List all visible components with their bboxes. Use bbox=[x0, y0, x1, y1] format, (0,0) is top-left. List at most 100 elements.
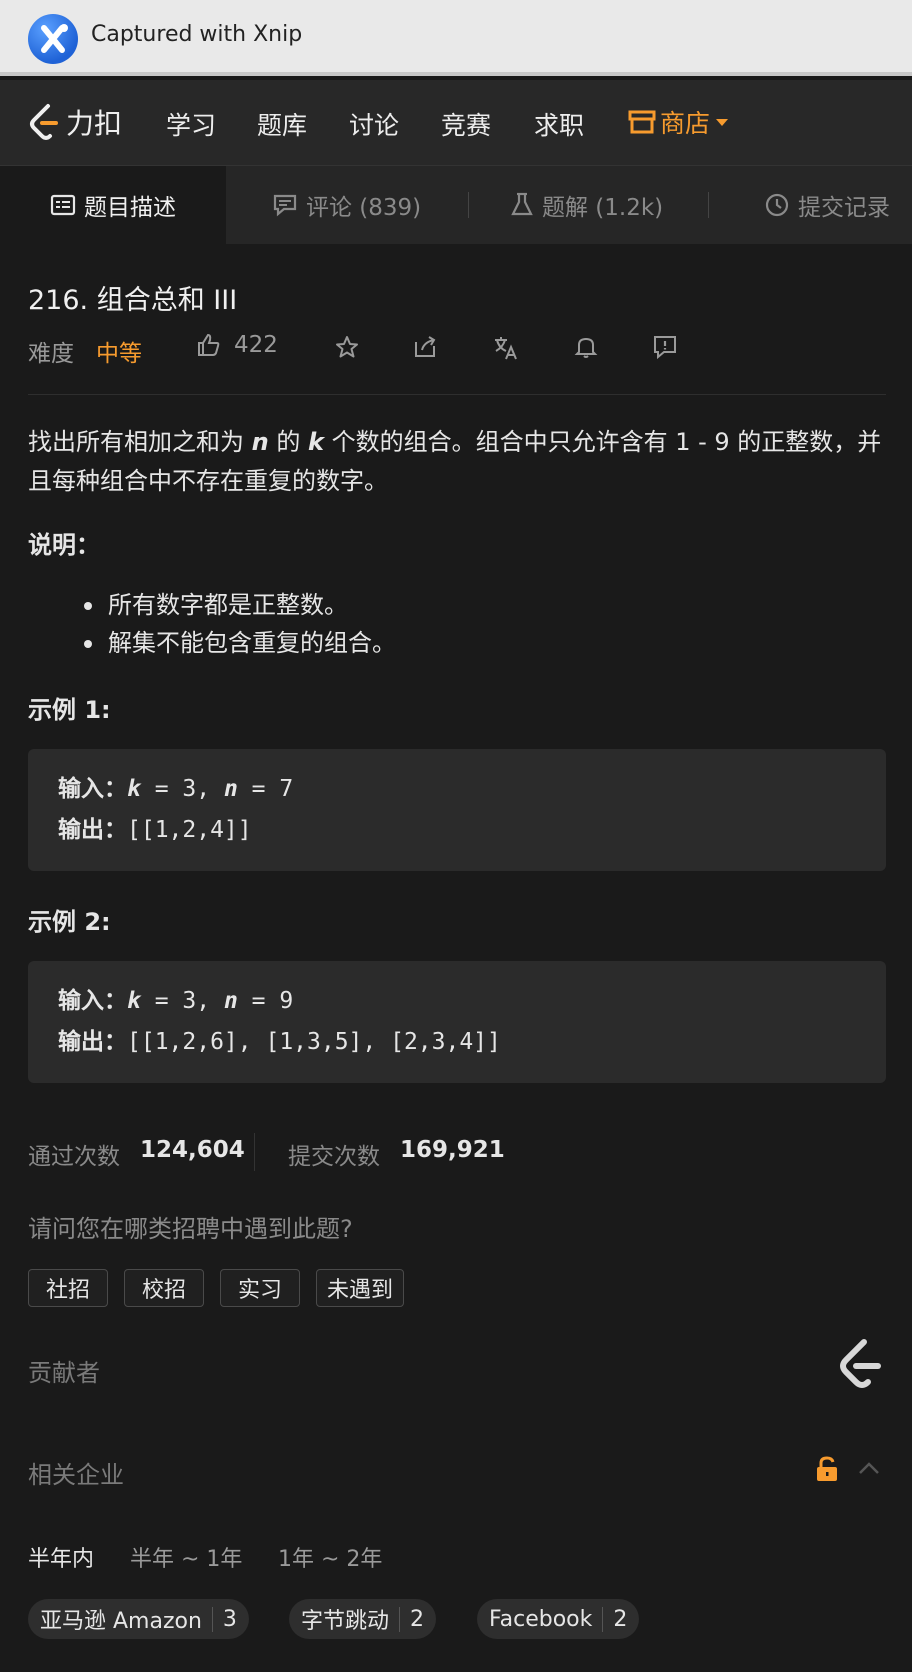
difficulty-label: 难度 bbox=[28, 341, 74, 367]
flask-icon bbox=[511, 192, 533, 216]
company-name: 亚马逊 Amazon bbox=[40, 1609, 202, 1634]
stats-divider bbox=[254, 1133, 255, 1171]
clock-icon bbox=[765, 193, 789, 217]
example-block: 输入：k = 3, n = 9 输出：[[1,2,6], [1,3,5], [2… bbox=[28, 961, 886, 1083]
company-name: 字节跳动 bbox=[301, 1609, 390, 1634]
store-icon bbox=[628, 110, 656, 134]
list-item: 所有数字都是正整数。 bbox=[80, 586, 396, 624]
like-count: 422 bbox=[234, 332, 278, 358]
note-heading: 说明： bbox=[28, 531, 100, 559]
input-value: = 9 bbox=[237, 988, 294, 1014]
tab-label: 题目描述 bbox=[84, 195, 176, 221]
company-name: Facebook bbox=[489, 1606, 593, 1632]
companies-label: 相关企业 bbox=[28, 1461, 124, 1489]
share-icon[interactable] bbox=[412, 334, 438, 360]
description-text: 找出所有相加之和为 bbox=[28, 428, 252, 456]
capture-text: Captured with Xnip bbox=[91, 22, 303, 47]
store-label: 商店 bbox=[660, 109, 711, 138]
xnip-icon bbox=[28, 14, 78, 64]
problem-tabs: 题目描述 评论 (839) 题解 (1.2k) 提交记录 bbox=[0, 166, 912, 244]
input-value: = 3, bbox=[140, 776, 224, 802]
example-input: 输入：k = 3, n = 9 bbox=[58, 981, 886, 1022]
note-list: 所有数字都是正整数。 解集不能包含重复的组合。 bbox=[80, 586, 396, 662]
variable-n: n bbox=[223, 988, 238, 1014]
translate-icon[interactable] bbox=[492, 334, 520, 362]
chevron-down-icon bbox=[716, 118, 729, 126]
survey-option[interactable]: 实习 bbox=[220, 1269, 300, 1307]
company-count: 2 bbox=[399, 1606, 424, 1632]
variable-n: n bbox=[223, 776, 238, 802]
company-count: 2 bbox=[602, 1606, 627, 1632]
nav-problems[interactable]: 题库 bbox=[257, 106, 307, 142]
capture-bar: Captured with Xnip bbox=[0, 0, 912, 76]
nav-jobs[interactable]: 求职 bbox=[534, 106, 584, 142]
variable-k: k bbox=[127, 776, 141, 802]
variable-k: k bbox=[308, 428, 324, 456]
input-value: = 7 bbox=[237, 776, 294, 802]
company-count: 3 bbox=[211, 1606, 237, 1632]
example-heading: 示例 2: bbox=[28, 908, 111, 936]
company-tag[interactable]: Facebook 2 bbox=[477, 1599, 640, 1639]
example-output: 输出：[[1,2,4]] bbox=[58, 810, 886, 851]
variable-k: k bbox=[127, 988, 141, 1014]
example-output: 输出：[[1,2,6], [1,3,5], [2,3,4]] bbox=[58, 1022, 886, 1063]
example-heading: 示例 1: bbox=[28, 696, 111, 724]
tab-description[interactable]: 题目描述 bbox=[0, 166, 226, 244]
period-filter[interactable]: 1年 ~ 2年 bbox=[278, 1541, 382, 1573]
comment-icon bbox=[273, 194, 297, 217]
submission-stats: 通过次数 124,604 提交次数 169,921 bbox=[28, 1133, 888, 1171]
description-icon bbox=[50, 194, 76, 216]
list-item: 解集不能包含重复的组合。 bbox=[80, 624, 396, 662]
output-value: [[1,2,4]] bbox=[127, 817, 252, 843]
feedback-icon[interactable] bbox=[652, 334, 678, 360]
tab-label: 提交记录 bbox=[798, 195, 890, 221]
survey-option[interactable]: 社招 bbox=[28, 1269, 108, 1307]
nav-contest[interactable]: 竞赛 bbox=[441, 106, 491, 142]
output-value: [[1,2,6], [1,3,5], [2,3,4]] bbox=[127, 1029, 501, 1055]
tab-label: 题解 (1.2k) bbox=[542, 195, 664, 221]
company-tag[interactable]: 字节跳动 2 bbox=[289, 1599, 437, 1639]
brand-logo[interactable]: 力扣 bbox=[28, 100, 122, 144]
period-filter[interactable]: 半年内 bbox=[28, 1541, 94, 1573]
difficulty-badge: 中等 bbox=[96, 341, 142, 367]
like-button[interactable]: 422 bbox=[196, 332, 278, 358]
tab-label: 评论 (839) bbox=[306, 195, 422, 221]
input-value: = 3, bbox=[140, 988, 224, 1014]
submitted-label: 提交次数 bbox=[288, 1144, 380, 1170]
tab-submissions[interactable]: 提交记录 bbox=[764, 166, 890, 244]
nav-learn[interactable]: 学习 bbox=[166, 106, 216, 142]
example-block: 输入：k = 3, n = 7 输出：[[1,2,4]] bbox=[28, 749, 886, 871]
nav-discuss[interactable]: 讨论 bbox=[349, 106, 399, 142]
unlock-icon[interactable] bbox=[814, 1455, 840, 1483]
star-icon[interactable] bbox=[334, 334, 360, 360]
contributor-avatar[interactable] bbox=[834, 1336, 886, 1394]
tab-divider bbox=[708, 192, 709, 218]
leetcode-logo-icon bbox=[30, 104, 58, 140]
survey-question: 请问您在哪类招聘中遇到此题? bbox=[28, 1215, 353, 1243]
output-label: 输出： bbox=[58, 1029, 127, 1055]
description-text: 的 bbox=[268, 428, 308, 456]
company-tag[interactable]: 亚马逊 Amazon 3 bbox=[28, 1599, 249, 1639]
input-label: 输入： bbox=[58, 988, 127, 1014]
top-nav: 力扣 学习 题库 讨论 竞赛 求职 商店 bbox=[0, 80, 912, 166]
tab-comments[interactable]: 评论 (839) bbox=[272, 166, 421, 244]
problem-description: 找出所有相加之和为 n 的 k 个数的组合。组合中只允许含有 1 - 9 的正整… bbox=[28, 423, 888, 501]
divider bbox=[28, 394, 886, 395]
input-label: 输入： bbox=[58, 776, 127, 802]
survey-option[interactable]: 校招 bbox=[124, 1269, 204, 1307]
period-filter[interactable]: 半年 ~ 1年 bbox=[130, 1541, 242, 1573]
submitted-count: 169,921 bbox=[400, 1137, 505, 1163]
accepted-label: 通过次数 bbox=[28, 1144, 120, 1170]
output-label: 输出： bbox=[58, 817, 127, 843]
chevron-up-icon[interactable] bbox=[858, 1461, 880, 1475]
survey-option[interactable]: 未遇到 bbox=[316, 1269, 404, 1307]
nav-store[interactable]: 商店 bbox=[628, 104, 729, 140]
problem-meta: 难度 中等 422 bbox=[28, 332, 888, 367]
bell-icon[interactable] bbox=[573, 334, 599, 360]
thumbs-up-icon bbox=[198, 333, 220, 356]
problem-title: 216. 组合总和 III bbox=[28, 285, 238, 316]
tab-divider bbox=[468, 192, 469, 218]
brand-name: 力扣 bbox=[66, 107, 123, 140]
accepted-count: 124,604 bbox=[140, 1137, 245, 1163]
tab-solutions[interactable]: 题解 (1.2k) bbox=[510, 166, 663, 244]
